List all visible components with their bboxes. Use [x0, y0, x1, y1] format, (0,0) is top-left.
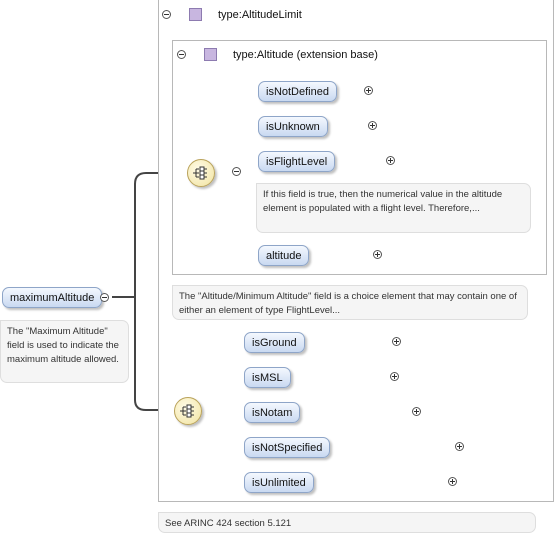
element-isnotdefined[interactable]: isNotDefined: [258, 81, 337, 102]
type-annotation-text: See ARINC 424 section 5.121: [165, 518, 292, 529]
element-isnotspecified[interactable]: isNotSpecified: [244, 437, 331, 458]
element-isflightlevel[interactable]: isFlightLevel: [258, 151, 336, 172]
root-annotation-text: The "Maximum Altitude" field is used to …: [7, 326, 119, 365]
choice-annotation-text: The "Altitude/Minimum Altitude" field is…: [179, 291, 517, 316]
choice-compositor-icon[interactable]: [174, 397, 202, 425]
isflightlevel-annotation-text: If this field is true, then the numerica…: [263, 189, 503, 214]
element-altitude[interactable]: altitude: [258, 245, 310, 266]
element-ismsl[interactable]: isMSL: [244, 367, 291, 388]
element-label: isNotam: [252, 407, 293, 419]
complex-type-icon: [189, 8, 202, 21]
type-altitudelimit-title: type:AltitudeLimit: [218, 8, 302, 21]
type-altitude-title: type:Altitude (extension base): [233, 48, 378, 61]
choice-annotation: The "Altitude/Minimum Altitude" field is…: [172, 285, 528, 320]
type-altitude-header: type:Altitude (extension base): [177, 48, 378, 61]
isflightlevel-annotation: If this field is true, then the numerica…: [256, 183, 531, 233]
choice-compositor-icon[interactable]: [187, 159, 215, 187]
type-annotation: See ARINC 424 section 5.121: [158, 512, 536, 533]
root-annotation: The "Maximum Altitude" field is used to …: [0, 320, 129, 383]
expand-icon[interactable]: [454, 442, 464, 451]
collapse-icon[interactable]: [177, 50, 186, 59]
complex-type-icon: [204, 48, 217, 61]
collapse-icon[interactable]: [232, 167, 242, 176]
collapse-icon[interactable]: [100, 293, 109, 302]
element-label: isUnlimited: [252, 477, 306, 489]
element-label: isUnknown: [266, 121, 320, 133]
element-label: altitude: [266, 250, 302, 262]
expand-icon[interactable]: [447, 477, 457, 486]
element-label: maximumAltitude: [10, 292, 95, 304]
type-altitude-extension-box: [172, 40, 547, 275]
element-label: isGround: [252, 337, 297, 349]
element-label: isMSL: [252, 372, 283, 384]
element-label: isNotSpecified: [252, 442, 323, 454]
element-isunlimited[interactable]: isUnlimited: [244, 472, 314, 493]
element-label: isNotDefined: [266, 86, 329, 98]
expand-icon[interactable]: [411, 407, 421, 416]
element-isground[interactable]: isGround: [244, 332, 305, 353]
type-altitudelimit-header: type:AltitudeLimit: [162, 8, 302, 21]
element-isnotam[interactable]: isNotam: [244, 402, 301, 423]
expand-icon[interactable]: [389, 372, 399, 381]
element-isunknown[interactable]: isUnknown: [258, 116, 328, 137]
element-maximumaltitude[interactable]: maximumAltitude: [2, 287, 103, 308]
collapse-icon[interactable]: [162, 10, 171, 19]
element-label: isFlightLevel: [266, 156, 328, 168]
